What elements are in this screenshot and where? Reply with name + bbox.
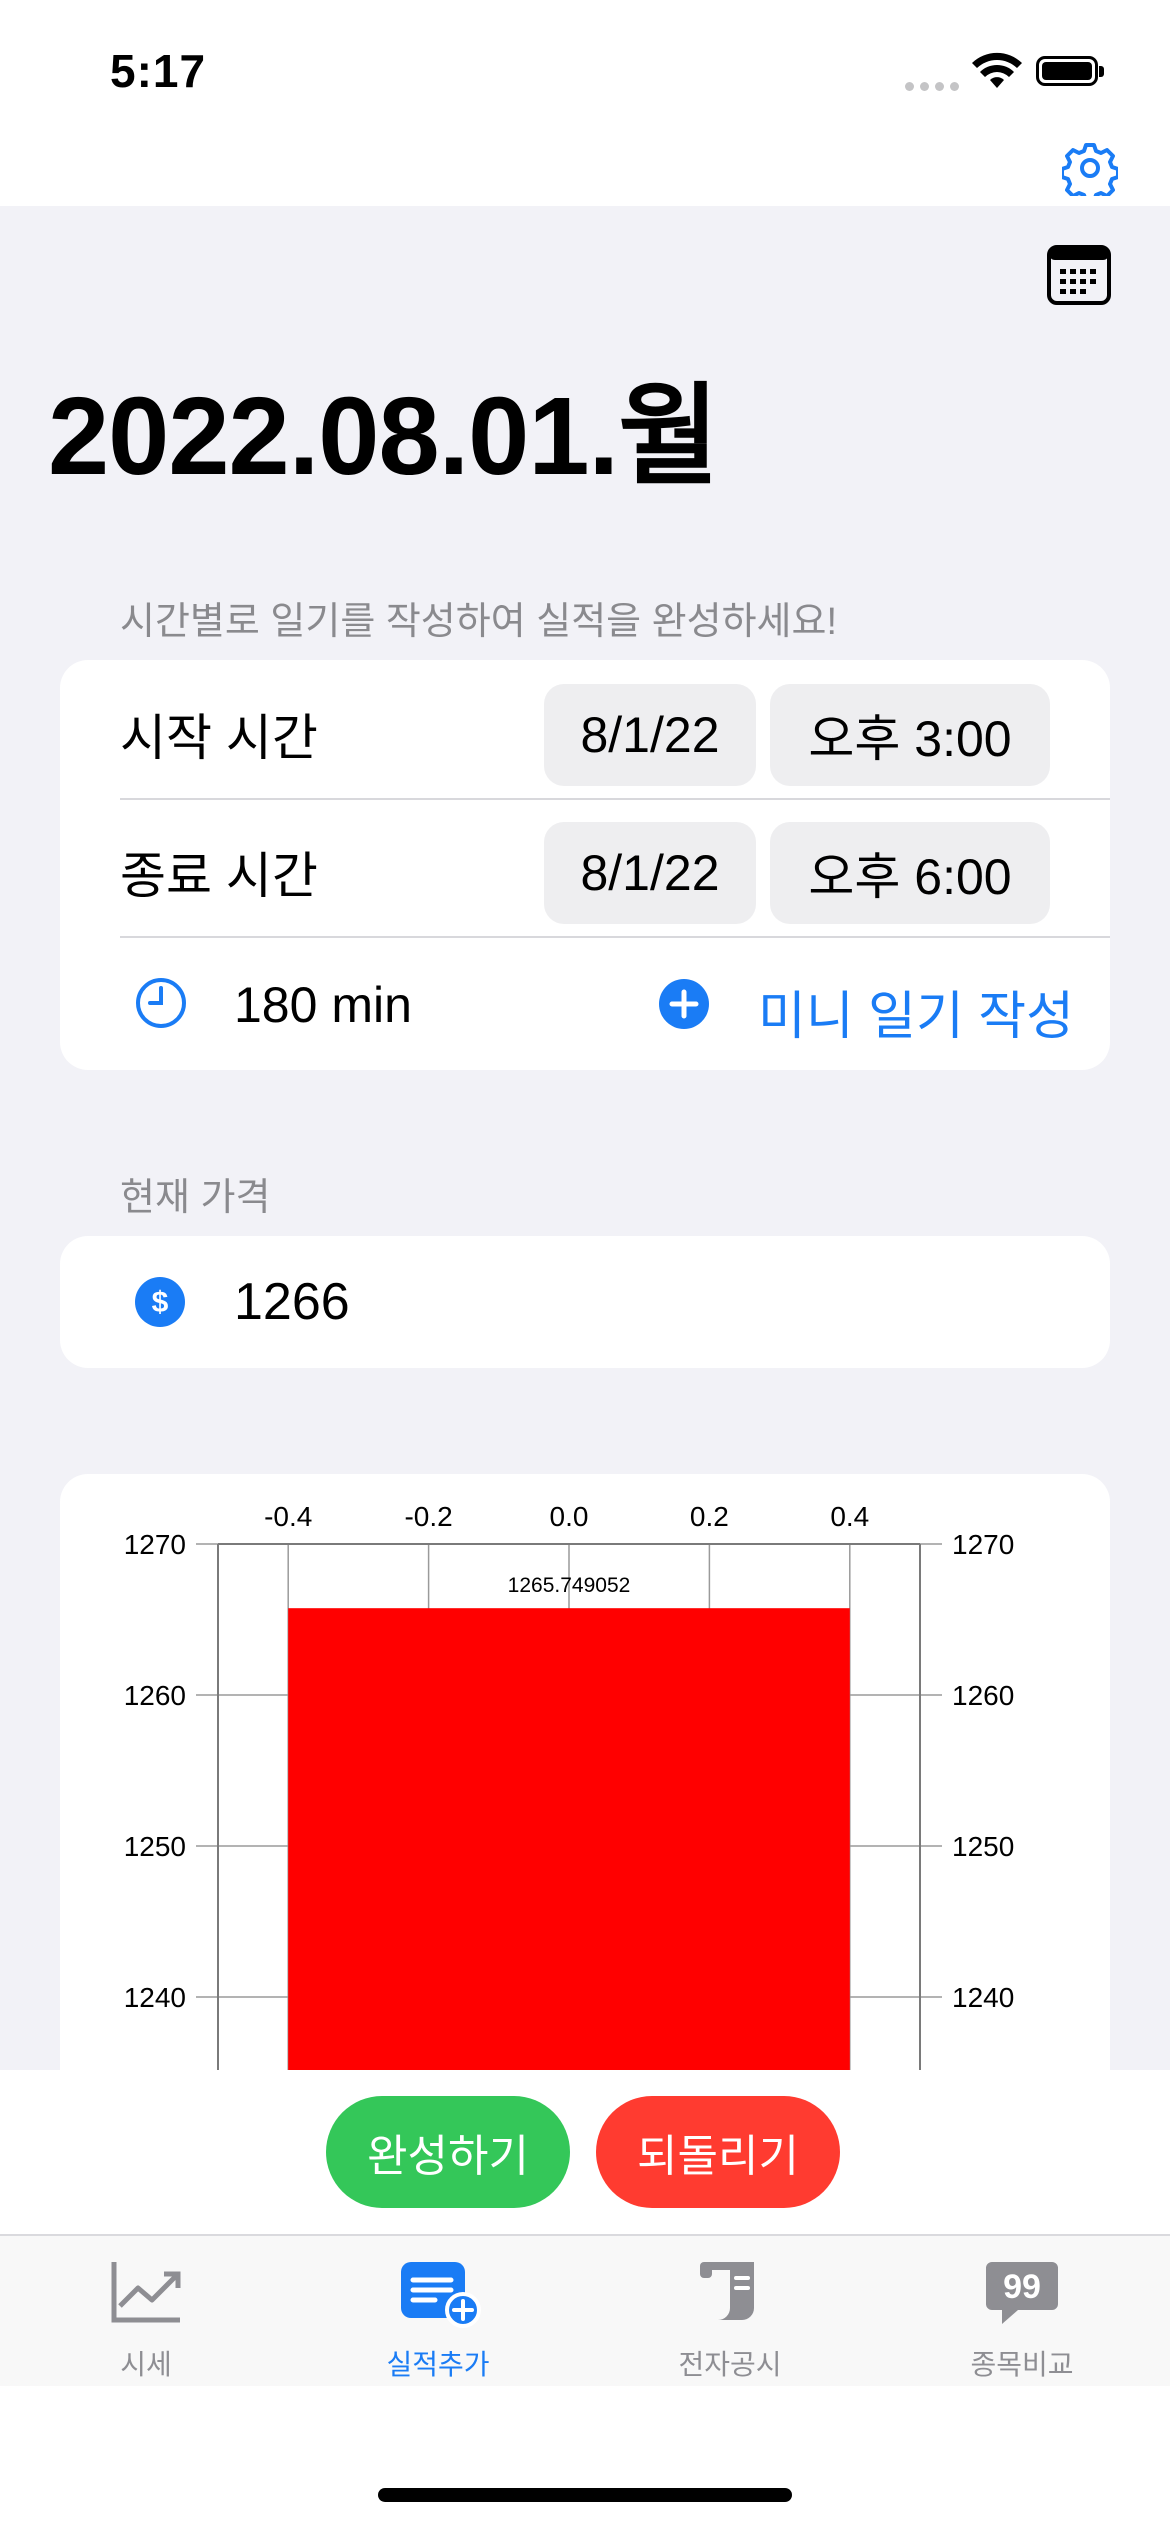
bar xyxy=(288,1608,850,2070)
svg-text:$: $ xyxy=(152,1286,169,1319)
dollar-circle-icon: $ xyxy=(135,1277,185,1327)
page-title: 2022.08.01.월 xyxy=(48,375,719,498)
duration-value: 180 min xyxy=(234,977,412,1033)
revert-button[interactable]: 되돌리기 xyxy=(596,2096,840,2208)
tab-label: 종목비교 xyxy=(970,2349,1074,2380)
complete-button[interactable]: 완성하기 xyxy=(326,2096,570,2208)
battery-icon xyxy=(1036,56,1106,90)
tab-label: 시세 xyxy=(120,2349,172,2380)
start-time-picker[interactable]: 오후 3:00 xyxy=(770,684,1050,786)
y-tick-label-right: 1250 xyxy=(952,1831,1014,1862)
end-date-picker[interactable]: 8/1/22 xyxy=(544,822,756,924)
chart-line-icon xyxy=(111,2262,181,2323)
cellular-signal-icon xyxy=(905,82,961,92)
status-time: 5:17 xyxy=(110,45,207,97)
price-label: 현재 가격 xyxy=(120,1177,271,1219)
x-tick-label: -0.4 xyxy=(264,1501,312,1532)
tab-bar: 시세 실적추가 전자공시 99 종목비교 xyxy=(0,2234,1170,2386)
calendar-icon[interactable] xyxy=(1046,242,1112,306)
start-time-label: 시작 시간 xyxy=(120,710,318,766)
clock-icon xyxy=(136,978,186,1028)
end-time-label: 종료 시간 xyxy=(120,848,318,904)
action-bar xyxy=(0,2070,1170,2234)
plus-circle-icon[interactable] xyxy=(658,978,710,1030)
time-card: 시작 시간 8/1/22 오후 3:00 종료 시간 8/1/22 오후 6:0… xyxy=(60,660,1110,1070)
main-content: 2022.08.01.월 시간별로 일기를 작성하여 실적을 완성하세요! 시작… xyxy=(0,206,1170,2070)
tab-label: 실적추가 xyxy=(386,2349,490,2380)
price-card: $ 1266 xyxy=(60,1236,1110,1368)
tab-label: 전자공시 xyxy=(678,2349,782,2380)
note-add-icon xyxy=(401,2262,481,2328)
start-date-picker[interactable]: 8/1/22 xyxy=(544,684,756,786)
divider xyxy=(120,936,1110,938)
x-tick-label: 0.0 xyxy=(550,1501,589,1532)
tab-add-result[interactable]: 실적추가 xyxy=(338,2256,538,2383)
y-tick-label-left: 1250 xyxy=(124,1831,186,1862)
y-tick-label-right: 1270 xyxy=(952,1529,1014,1560)
x-tick-label: -0.2 xyxy=(404,1501,452,1532)
tab-disclosure[interactable]: 전자공시 xyxy=(630,2256,830,2383)
y-tick-label-left: 1260 xyxy=(124,1680,186,1711)
wifi-icon xyxy=(972,52,1022,88)
y-tick-label-right: 1260 xyxy=(952,1680,1014,1711)
x-tick-label: 0.2 xyxy=(690,1501,729,1532)
y-tick-label-right: 1240 xyxy=(952,1982,1014,2013)
divider xyxy=(120,798,1110,800)
diary-hint: 시간별로 일기를 작성하여 실적을 완성하세요! xyxy=(120,601,838,643)
gear-icon[interactable] xyxy=(1062,140,1118,196)
mini-diary-button[interactable]: 미니 일기 작성 xyxy=(758,974,1074,1049)
tab-compare[interactable]: 99 종목비교 xyxy=(922,2256,1122,2383)
chart-card: -0.4 -0.2 0.0 0.2 0.4 1270 1270 1260 1260 1250 125… xyxy=(60,1474,1110,2070)
data-label: 1265.749052 xyxy=(508,1574,631,1597)
y-tick-label-left: 1240 xyxy=(124,1982,186,2013)
x-tick-label: 0.4 xyxy=(830,1501,869,1532)
current-price-value[interactable]: 1266 xyxy=(234,1272,350,1332)
bar-chart: -0.4 -0.2 0.0 0.2 0.4 1270 1270 1260 1260 1250 125… xyxy=(124,1501,1014,2070)
svg-text:99: 99 xyxy=(1003,2268,1041,2306)
home-indicator xyxy=(378,2488,792,2502)
end-time-picker[interactable]: 오후 6:00 xyxy=(770,822,1050,924)
scroll-icon xyxy=(700,2262,754,2320)
tab-market[interactable]: 시세 xyxy=(46,2256,246,2383)
quote-bubble-icon: 99 xyxy=(986,2262,1058,2324)
y-tick-label-left: 1270 xyxy=(124,1529,186,1560)
